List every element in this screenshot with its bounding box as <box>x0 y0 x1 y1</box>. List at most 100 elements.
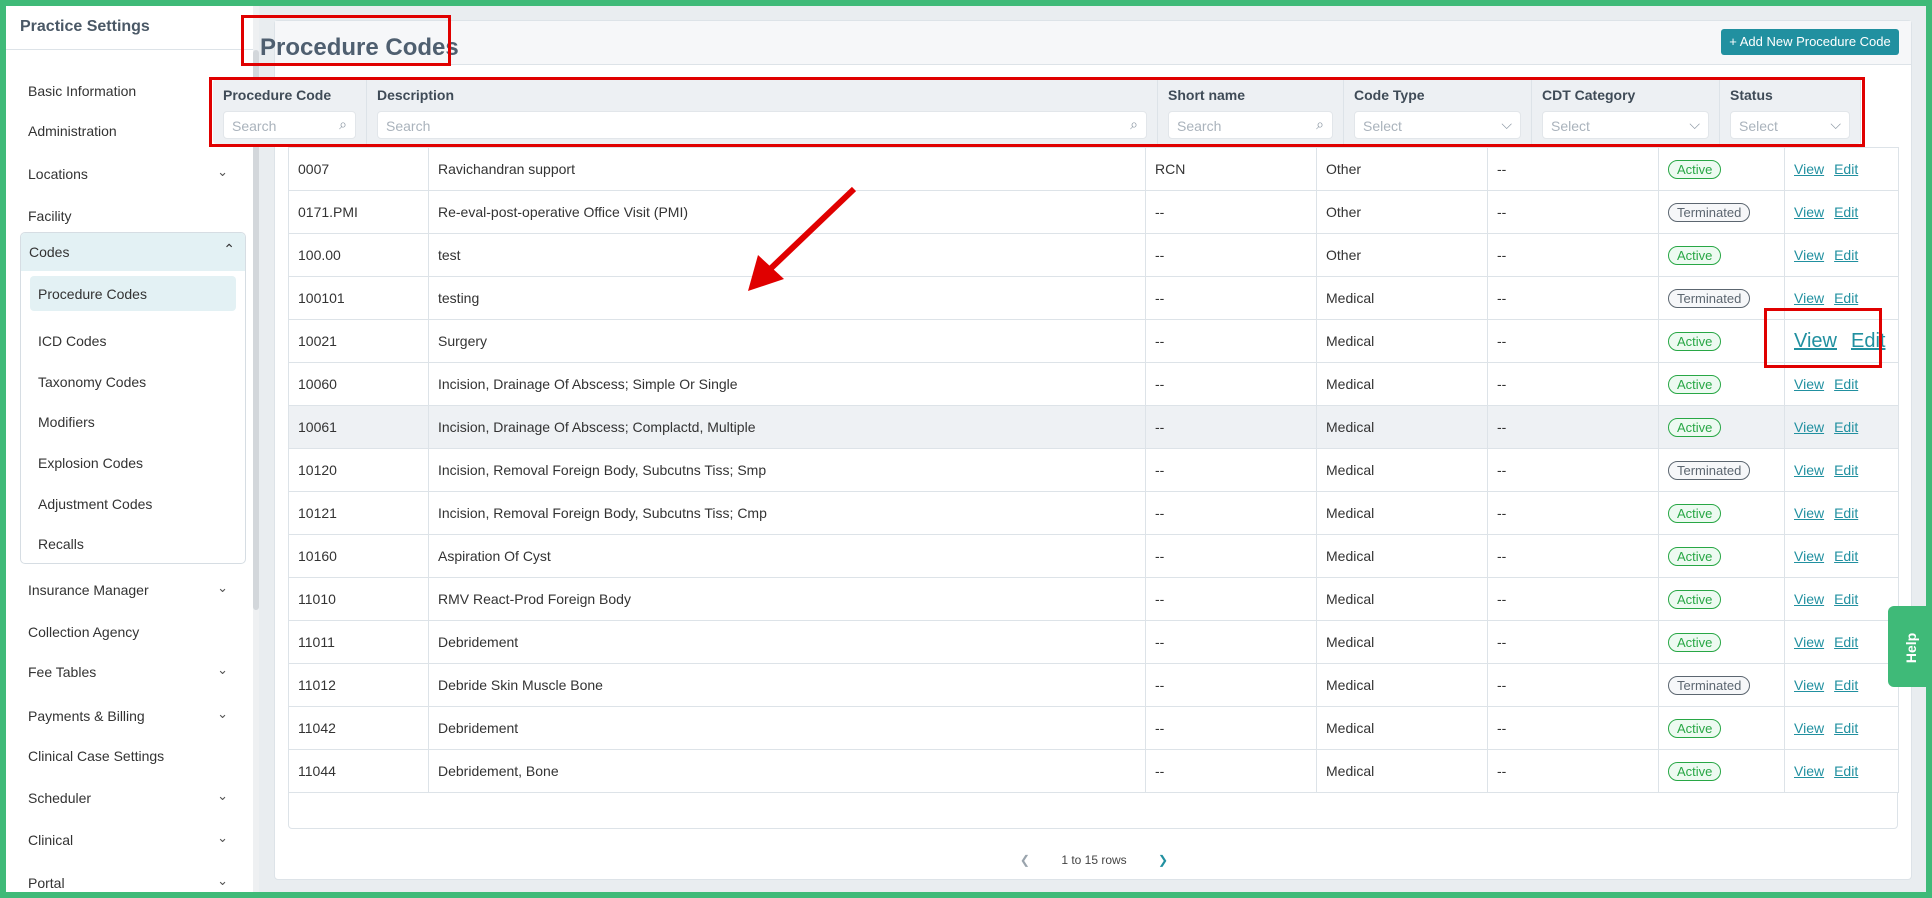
edit-link[interactable]: Edit <box>1834 462 1858 478</box>
code-cell: 0171.PMI <box>288 190 429 234</box>
edit-link[interactable]: Edit <box>1834 161 1858 177</box>
code-type-cell: Medical <box>1316 663 1488 707</box>
edit-link[interactable]: Edit <box>1834 677 1858 693</box>
help-button[interactable]: Help <box>1888 606 1926 687</box>
edit-link[interactable]: Edit <box>1834 763 1858 779</box>
status-badge: Active <box>1668 331 1722 351</box>
sidebar-item-recalls[interactable]: Recalls <box>30 526 236 561</box>
code-cell: 10120 <box>288 448 429 492</box>
edit-link[interactable]: Edit <box>1834 720 1858 736</box>
view-link[interactable]: View <box>1794 591 1824 607</box>
procedure-codes-table: 0007 Ravichandran support RCN Other -- Active… <box>288 147 1899 793</box>
table-row: 11042 Debridement -- Medical -- Active View Edi… <box>288 706 1899 750</box>
table-row: 11012 Debride Skin Muscle Bone -- Medical --… <box>288 663 1899 707</box>
sidebar-item-label: Codes <box>29 244 70 260</box>
sidebar-item-administration[interactable]: Administration <box>28 123 238 139</box>
view-link[interactable]: View <box>1794 376 1824 392</box>
short-name-cell: -- <box>1145 534 1317 578</box>
view-link[interactable]: View <box>1794 204 1824 220</box>
actions-cell: View Edit <box>1784 577 1899 621</box>
view-link[interactable]: View <box>1794 634 1824 650</box>
sidebar-item-payments-billing[interactable]: Payments & Billing ⌄ <box>28 706 238 724</box>
sidebar-item-label: Administration <box>28 123 117 139</box>
sidebar-item-explosion-codes[interactable]: Explosion Codes <box>30 445 236 480</box>
sidebar-item-locations[interactable]: Locations ⌄ <box>28 164 238 182</box>
description-cell: Incision, Drainage Of Abscess; Complactd… <box>428 405 1146 449</box>
status-badge: Active <box>1668 503 1722 523</box>
code-type-cell: Medical <box>1316 319 1488 363</box>
status-cell: Terminated <box>1658 190 1785 234</box>
short-name-cell: -- <box>1145 749 1317 793</box>
edit-link[interactable]: Edit <box>1834 204 1858 220</box>
view-link[interactable]: View <box>1794 505 1824 521</box>
short-name-cell: -- <box>1145 491 1317 535</box>
sidebar-item-portal[interactable]: Portal ⌄ <box>28 873 238 891</box>
status-badge: Active <box>1668 632 1722 652</box>
next-page-icon[interactable]: ❯ <box>1158 853 1168 867</box>
edit-link[interactable]: Edit <box>1834 290 1858 306</box>
code-type-cell: Medical <box>1316 362 1488 406</box>
sidebar-item-procedure-codes[interactable]: Procedure Codes <box>30 276 236 311</box>
code-type-cell: Medical <box>1316 448 1488 492</box>
actions-cell: View Edit <box>1784 233 1899 277</box>
sidebar-item-insurance-manager[interactable]: Insurance Manager ⌄ <box>28 580 238 598</box>
view-link[interactable]: View <box>1794 720 1824 736</box>
sidebar-item-icd-codes[interactable]: ICD Codes <box>30 323 236 358</box>
sidebar-item-clinical-case-settings[interactable]: Clinical Case Settings <box>28 748 238 764</box>
edit-link[interactable]: Edit <box>1834 591 1858 607</box>
view-link[interactable]: View <box>1794 763 1824 779</box>
sidebar-item-facility[interactable]: Facility <box>28 208 238 224</box>
view-link[interactable]: View <box>1794 161 1824 177</box>
status-cell: Active <box>1658 405 1785 449</box>
help-label: Help <box>1903 632 1920 664</box>
actions-cell: View Edit <box>1784 620 1899 664</box>
status-badge: Terminated <box>1668 460 1751 480</box>
edit-link[interactable]: Edit <box>1834 419 1858 435</box>
edit-link[interactable]: Edit <box>1834 634 1858 650</box>
sidebar-item-adjustment-codes[interactable]: Adjustment Codes <box>30 486 236 521</box>
sidebar-item-fee-tables[interactable]: Fee Tables ⌄ <box>28 662 238 680</box>
code-cell: 100.00 <box>288 233 429 277</box>
cdt-category-cell: -- <box>1487 663 1659 707</box>
view-link[interactable]: View <box>1794 290 1824 306</box>
table-row: 11044 Debridement, Bone -- Medical -- Active V… <box>288 749 1899 793</box>
actions-cell: View Edit <box>1784 534 1899 578</box>
sidebar-item-modifiers[interactable]: Modifiers <box>30 404 236 439</box>
sidebar-item-basic-information[interactable]: Basic Information <box>28 83 238 99</box>
view-link[interactable]: View <box>1794 462 1824 478</box>
view-link[interactable]: View <box>1794 677 1824 693</box>
status-badge: Active <box>1668 546 1722 566</box>
actions-cell: View Edit <box>1784 190 1899 234</box>
view-link[interactable]: View <box>1794 548 1824 564</box>
view-link[interactable]: View <box>1794 247 1824 263</box>
prev-page-icon[interactable]: ❮ <box>1020 853 1030 867</box>
sidebar-item-codes[interactable]: Codes ⌃ <box>21 233 245 271</box>
table-row: 10061 Incision, Drainage Of Abscess; Comp… <box>288 405 1899 449</box>
sidebar-item-label: Clinical Case Settings <box>28 748 165 764</box>
status-badge: Active <box>1668 761 1722 781</box>
actions-cell: View Edit <box>1784 147 1899 191</box>
cdt-category-cell: -- <box>1487 749 1659 793</box>
add-procedure-code-button[interactable]: + Add New Procedure Code <box>1721 29 1899 55</box>
status-cell: Active <box>1658 362 1785 406</box>
sidebar-item-taxonomy-codes[interactable]: Taxonomy Codes <box>30 364 236 399</box>
sidebar-item-collection-agency[interactable]: Collection Agency <box>28 624 238 640</box>
sidebar-item-label: Facility <box>28 208 72 224</box>
edit-link[interactable]: Edit <box>1834 376 1858 392</box>
actions-cell: View Edit <box>1784 706 1899 750</box>
code-cell: 10061 <box>288 405 429 449</box>
code-cell: 11042 <box>288 706 429 750</box>
cdt-category-cell: -- <box>1487 190 1659 234</box>
sidebar-item-label: Basic Information <box>28 83 137 99</box>
sidebar-item-clinical[interactable]: Clinical ⌄ <box>28 830 238 848</box>
cdt-category-cell: -- <box>1487 362 1659 406</box>
edit-link[interactable]: Edit <box>1834 247 1858 263</box>
sidebar-item-scheduler[interactable]: Scheduler ⌄ <box>28 788 238 806</box>
view-link[interactable]: View <box>1794 419 1824 435</box>
chevron-down-icon: ⌄ <box>217 706 228 721</box>
edit-link[interactable]: Edit <box>1834 505 1858 521</box>
sidebar-item-label: Portal <box>28 875 65 891</box>
code-type-cell: Medical <box>1316 577 1488 621</box>
edit-link[interactable]: Edit <box>1834 548 1858 564</box>
short-name-cell: -- <box>1145 620 1317 664</box>
